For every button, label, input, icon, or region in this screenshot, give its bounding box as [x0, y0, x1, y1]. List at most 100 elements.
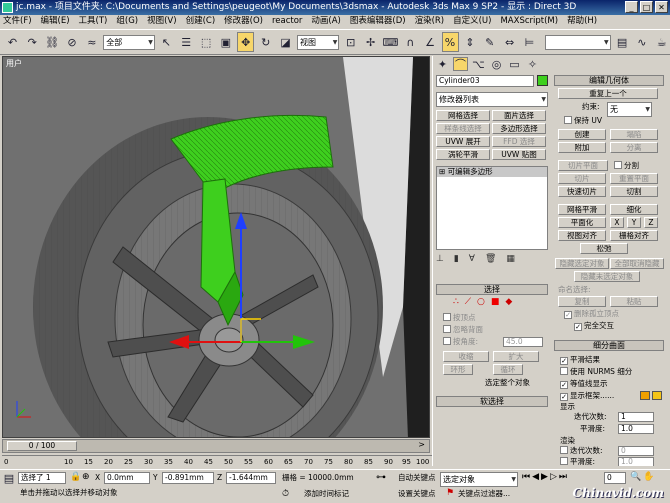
border-mode-icon[interactable]: ○: [477, 297, 485, 307]
cut-button[interactable]: 切割: [610, 186, 658, 197]
create-tab-icon[interactable]: ✦: [435, 57, 450, 71]
menu-animation[interactable]: 动画(A): [311, 15, 340, 28]
time-tag-icon[interactable]: ⏱: [282, 489, 289, 499]
msmooth-button[interactable]: 网格平滑: [558, 204, 606, 215]
by-vertex-checkbox[interactable]: 按顶点: [443, 313, 476, 323]
object-color-swatch[interactable]: [537, 75, 548, 86]
z-coord-field[interactable]: -1.644mm: [226, 472, 276, 484]
menu-customize[interactable]: 自定义(U): [453, 15, 491, 28]
grid-align-button[interactable]: 栅格对齐: [610, 230, 658, 241]
split-checkbox[interactable]: 分割: [614, 161, 639, 171]
redo-icon[interactable]: ↷: [24, 32, 41, 52]
ffd-select-button[interactable]: FFD 选择: [492, 136, 546, 147]
soft-selection-rollout-header[interactable]: 软选择: [436, 396, 548, 407]
minimize-button[interactable]: _: [625, 1, 638, 13]
mirror-icon[interactable]: ⇔: [501, 32, 518, 52]
auto-key-button[interactable]: 自动关键点: [398, 472, 436, 484]
planar-y-button[interactable]: Y: [627, 217, 641, 228]
make-planar-button[interactable]: 平面化: [558, 217, 606, 228]
remove-modifier-icon[interactable]: 🗑: [485, 254, 496, 264]
key-mode-icon[interactable]: ⊶: [376, 472, 386, 483]
close-button[interactable]: ✕: [655, 1, 668, 13]
unwrap-uvw-button[interactable]: UVW 展开: [436, 136, 490, 147]
render-iterations-spinner[interactable]: 0: [618, 446, 654, 456]
loop-button[interactable]: 循环: [493, 364, 523, 375]
planar-z-button[interactable]: Z: [644, 217, 658, 228]
shrink-button[interactable]: 收缩: [443, 351, 489, 362]
viewport-label[interactable]: 用户: [6, 58, 22, 69]
align-icon[interactable]: ⊨: [521, 32, 538, 52]
keyboard-shortcut-icon[interactable]: ⌨: [382, 32, 399, 52]
menu-views[interactable]: 视图(V): [147, 15, 176, 28]
link-icon[interactable]: ⛓: [44, 32, 61, 52]
smoothness-spinner[interactable]: 1.0: [618, 424, 654, 434]
make-unique-icon[interactable]: ∀: [469, 254, 475, 264]
track-bar[interactable]: 0 10 15 20 25 30 35 40 45 50 55 60 65 70…: [2, 455, 432, 468]
maxscript-listener-icon[interactable]: ▤: [2, 471, 16, 485]
configure-sets-icon[interactable]: ▦: [506, 254, 515, 264]
render-icon[interactable]: ☕: [653, 32, 670, 52]
render-smoothness-checkbox[interactable]: 平滑度:: [560, 457, 595, 466]
add-time-tag-button[interactable]: 添加时间标记: [304, 488, 349, 500]
rectangular-region-icon[interactable]: ⬚: [198, 32, 215, 52]
show-cage-checkbox[interactable]: ✓ 显示框架......: [560, 391, 614, 401]
stack-item[interactable]: ⊞ 可编辑多边形: [437, 167, 547, 177]
set-key-button[interactable]: 设置关键点: [398, 488, 436, 500]
maximize-button[interactable]: □: [640, 1, 653, 13]
next-frame-button-icon[interactable]: ▷: [550, 472, 557, 482]
expand-icon[interactable]: ⊞: [439, 167, 448, 176]
modify-tab-icon[interactable]: ⌒: [453, 57, 468, 71]
absolute-mode-icon[interactable]: ⊕: [82, 472, 90, 482]
next-frame-icon[interactable]: >: [418, 440, 425, 449]
menu-reactor[interactable]: reactor: [272, 15, 302, 28]
x-coord-field[interactable]: 0.0mm: [104, 472, 150, 484]
curve-editor-icon[interactable]: ∿: [633, 32, 650, 52]
spline-select-button[interactable]: 样条线选择: [436, 123, 490, 134]
constraint-dropdown[interactable]: 无: [607, 102, 652, 117]
percent-snap-icon[interactable]: %: [441, 32, 459, 52]
slice-plane-button[interactable]: 切片平面: [558, 160, 608, 171]
play-icon[interactable]: ▶: [541, 472, 548, 482]
edge-mode-icon[interactable]: ⟋: [465, 297, 471, 307]
key-filters-button[interactable]: 关键点过滤器...: [458, 488, 510, 500]
menu-group[interactable]: 组(G): [116, 15, 138, 28]
full-interactivity-checkbox[interactable]: ✓ 完全交互: [574, 321, 614, 331]
bind-space-warp-icon[interactable]: ≈: [83, 32, 100, 52]
pan-icon[interactable]: ✋: [643, 472, 654, 482]
select-object-icon[interactable]: ↖: [158, 32, 175, 52]
selection-rollout-header[interactable]: 选择: [436, 284, 548, 295]
reference-coord-dropdown[interactable]: 视图: [296, 34, 340, 50]
polygon-mode-icon[interactable]: ■: [491, 297, 500, 307]
time-slider[interactable]: 0 / 100: [7, 441, 77, 451]
collapse-button[interactable]: 塌陷: [610, 129, 658, 140]
utilities-tab-icon[interactable]: ✧: [525, 57, 540, 71]
menu-graph-editors[interactable]: 图表编辑器(D): [350, 15, 406, 28]
smooth-result-checkbox[interactable]: ✓ 平滑结果: [560, 355, 600, 365]
select-and-rotate-icon[interactable]: ↻: [257, 32, 274, 52]
patch-select-button[interactable]: 面片选择: [492, 110, 546, 121]
hide-unselected-button[interactable]: 隐藏未选定对象: [574, 271, 640, 282]
relax-button[interactable]: 松弛: [580, 243, 628, 254]
menu-tools[interactable]: 工具(T): [79, 15, 108, 28]
grow-button[interactable]: 扩大: [493, 351, 539, 362]
iterations-spinner[interactable]: 1: [618, 412, 654, 422]
select-and-scale-icon[interactable]: ◪: [277, 32, 294, 52]
preserve-uv-checkbox[interactable]: 保持 UV: [564, 116, 602, 126]
delete-isolated-checkbox[interactable]: ✓ 删除孤立顶点: [564, 309, 619, 319]
angle-snap-icon[interactable]: ∠: [422, 32, 439, 52]
vertex-mode-icon[interactable]: ∴: [453, 297, 459, 307]
hide-selected-button[interactable]: 隐藏选定对象: [555, 258, 609, 269]
lock-selection-icon[interactable]: 🔒: [70, 472, 81, 482]
menu-file[interactable]: 文件(F): [3, 15, 32, 28]
manipulate-icon[interactable]: ✢: [362, 32, 379, 52]
isoline-display-checkbox[interactable]: ✓ 等值线显示: [560, 379, 608, 389]
tessellate-button[interactable]: 细化: [610, 204, 658, 215]
window-crossing-icon[interactable]: ▣: [217, 32, 234, 52]
detach-button[interactable]: 分离: [610, 142, 658, 153]
menu-rendering[interactable]: 渲染(R): [415, 15, 445, 28]
by-angle-checkbox[interactable]: 按角度:: [443, 337, 478, 347]
use-nurms-checkbox[interactable]: 使用 NURMS 细分: [560, 367, 632, 377]
quickslice-button[interactable]: 快速切片: [558, 186, 606, 197]
edit-geometry-header[interactable]: 编辑几何体: [554, 75, 664, 86]
motion-tab-icon[interactable]: ◎: [489, 57, 504, 71]
